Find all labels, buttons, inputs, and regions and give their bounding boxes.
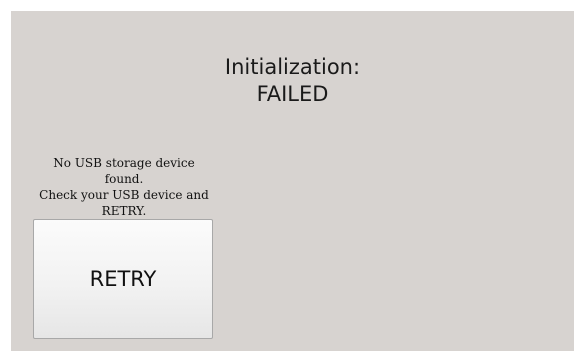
error-message-line-1: No USB storage device found.: [53, 156, 195, 186]
error-message: No USB storage device found. Check your …: [33, 155, 215, 219]
status-title: Initialization: FAILED: [11, 54, 574, 108]
error-message-line-2: Check your USB device and: [39, 188, 209, 202]
retry-button[interactable]: RETRY: [33, 219, 213, 339]
error-message-line-3: RETRY.: [101, 204, 147, 218]
retry-button-label: RETRY: [89, 267, 157, 291]
screen-panel: Initialization: FAILED No USB storage de…: [11, 11, 574, 351]
status-value: FAILED: [256, 82, 329, 106]
status-title-label: Initialization:: [224, 55, 361, 79]
